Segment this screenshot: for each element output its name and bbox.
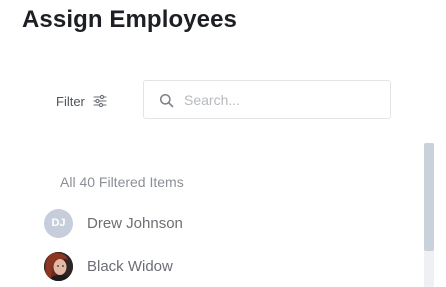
avatar-photo <box>44 251 73 281</box>
employee-row-black-widow[interactable]: Black Widow <box>44 251 173 281</box>
scrollbar-thumb[interactable] <box>424 143 434 251</box>
filter-button[interactable]: Filter <box>56 90 107 112</box>
sliders-icon <box>93 94 107 108</box>
filter-label: Filter <box>56 93 85 109</box>
employee-row-drew-johnson[interactable]: DJ Drew Johnson <box>44 208 183 238</box>
avatar <box>44 251 73 281</box>
scrollbar-track[interactable] <box>424 143 434 287</box>
avatar: DJ <box>44 208 73 238</box>
employee-name: Black Widow <box>87 257 173 275</box>
search-input[interactable] <box>184 81 380 118</box>
filtered-count-label: All 40 Filtered Items <box>60 174 184 190</box>
avatar-initials: DJ <box>51 217 66 229</box>
page-title: Assign Employees <box>22 6 238 33</box>
search-field[interactable] <box>143 80 391 119</box>
employee-name: Drew Johnson <box>87 214 183 232</box>
search-icon <box>159 93 174 108</box>
